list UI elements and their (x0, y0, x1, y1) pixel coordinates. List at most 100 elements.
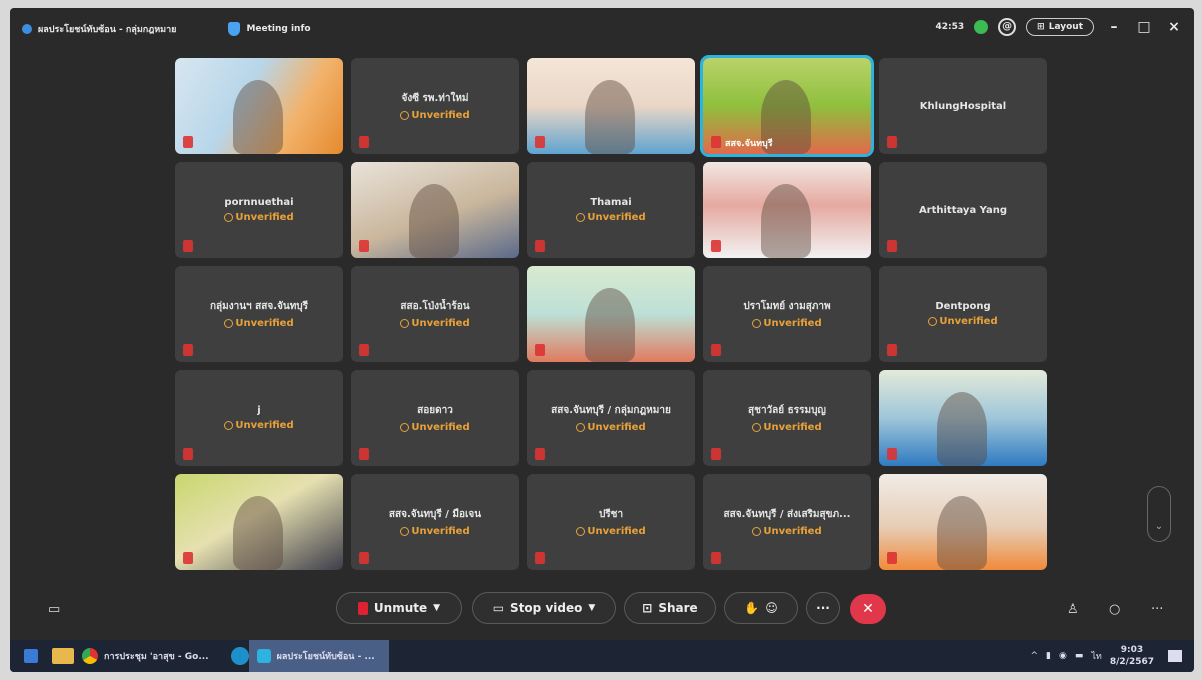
more-options-button[interactable]: ··· (806, 592, 840, 624)
participant-video-tile[interactable] (703, 162, 871, 258)
mic-muted-icon (357, 601, 368, 615)
unverified-label: Unverified (763, 318, 822, 329)
unverified-label: Unverified (411, 422, 470, 433)
mic-muted-icon (711, 344, 721, 356)
participant-video-feed (233, 80, 283, 154)
chrome-icon (82, 648, 98, 664)
unverified-label: Unverified (411, 526, 470, 537)
participant-video-feed (761, 184, 811, 258)
participant-grid: จังซี รพ.ท่าใหม่ Unverified สสจ.จันทบุรี Kh… (175, 55, 1047, 570)
windows-taskbar: การประชุม 'อาสุข - Go... ผลประโยชน์ทับซ้… (10, 640, 1194, 672)
unmute-button[interactable]: Unmute ▼ (336, 592, 462, 624)
share-button[interactable]: ⊡ Share (624, 592, 716, 624)
participant-tile[interactable]: กลุ่มงานฯ สสจ.จันทบุรี Unverified (175, 266, 343, 362)
reactions-group[interactable]: ✋ ☺ (724, 592, 798, 624)
info-icon (400, 527, 410, 536)
mic-muted-icon (887, 344, 897, 356)
webex-icon (256, 649, 271, 663)
chat-bubble-icon[interactable]: ○ (1109, 602, 1120, 617)
mic-muted-icon (887, 240, 897, 252)
meeting-info-button[interactable]: Meeting info (246, 24, 310, 34)
participant-name: สสจ.จันทบุรี / ส่งเสริมสุขภ... (723, 509, 851, 520)
participant-name: Arthittaya Yang (918, 204, 1008, 216)
hand-raise-icon[interactable]: ✋ (744, 601, 759, 615)
usb-icon[interactable]: ▮ (1046, 651, 1051, 661)
webex-logo-icon (22, 24, 32, 34)
language-icon[interactable]: ไท (1091, 649, 1101, 663)
close-button[interactable]: × (1164, 19, 1184, 35)
more-panels-icon[interactable]: ··· (1151, 602, 1163, 617)
chat-icon[interactable]: ▭ (48, 602, 60, 617)
mic-muted-icon (359, 448, 369, 460)
info-icon (576, 213, 586, 222)
end-call-button[interactable]: ✕ (850, 594, 886, 624)
participant-tile[interactable]: j Unverified (175, 370, 343, 466)
mic-muted-icon (887, 552, 897, 564)
system-tray: ^ ▮ ◉ ▬ ไท 9:03 8/2/2567 (1031, 640, 1182, 672)
participant-tile[interactable]: สสจ.จันทบุรี / กลุ่มกฎหมาย Unverified (527, 370, 695, 466)
shield-icon[interactable] (228, 22, 241, 36)
clock-date: 8/2/2567 (1109, 657, 1154, 667)
participant-name: สอยดาว (417, 405, 453, 416)
mic-muted-icon (359, 136, 369, 148)
file-explorer-icon[interactable] (52, 648, 74, 664)
participant-video-tile[interactable] (175, 474, 343, 570)
grid-scroll-button[interactable]: ⌄ (1147, 486, 1171, 542)
participant-tile[interactable]: pornnuethai Unverified (175, 162, 343, 258)
mic-muted-icon (711, 448, 721, 460)
participant-name: pornnuethai (224, 197, 294, 208)
taskbar-chrome[interactable]: การประชุม 'อาสุข - Go... (74, 640, 217, 672)
help-icon[interactable]: @ (998, 18, 1017, 36)
participant-tile[interactable]: จังซี รพ.ท่าใหม่ Unverified (351, 58, 519, 154)
unverified-label: Unverified (235, 212, 294, 223)
mic-muted-icon (535, 240, 545, 252)
participant-name: KhlungHospital (919, 100, 1007, 112)
maximize-button[interactable]: □ (1134, 19, 1154, 35)
stop-video-button[interactable]: ▭ Stop video ▼ (472, 592, 616, 624)
participant-tile[interactable]: สุชาวัลย์ ธรรมบุญ Unverified (703, 370, 871, 466)
participant-video-tile[interactable] (879, 370, 1047, 466)
chevron-down-icon[interactable]: ▼ (588, 603, 595, 613)
participant-tile[interactable]: ปราโมทย์ งามสุภาพ Unverified (703, 266, 871, 362)
info-icon (400, 111, 410, 120)
participant-tile[interactable]: สสจ.จันทบุรี / มือเจน Unverified (351, 474, 519, 570)
unverified-badge: Unverified (752, 318, 822, 329)
participant-video-tile[interactable] (351, 162, 519, 258)
participant-video-tile[interactable] (879, 474, 1047, 570)
edge-icon[interactable] (230, 647, 249, 665)
taskbar-webex[interactable]: ผลประโยชน์ทับซ้อน - ... (248, 640, 389, 672)
clock-time: 9:03 (1120, 645, 1144, 655)
title-bar: ผลประโยชน์ทับซ้อน - กลุ่มกฎหมาย Meeting … (10, 8, 1194, 50)
emoji-reaction-icon[interactable]: ☺ (765, 601, 778, 615)
mic-muted-icon (183, 240, 193, 252)
participant-video-tile[interactable] (175, 58, 343, 154)
connection-status-icon[interactable] (974, 20, 989, 34)
participant-video-tile[interactable]: สสจ.จันทบุรี (700, 55, 874, 157)
network-icon[interactable]: ◉ (1059, 651, 1067, 661)
clock[interactable]: 9:03 8/2/2567 (1110, 644, 1154, 668)
start-icon[interactable] (24, 649, 38, 663)
participant-tile[interactable]: Dentpong Unverified (879, 266, 1047, 362)
participant-tile[interactable]: Thamai Unverified (527, 162, 695, 258)
participant-video-feed (937, 496, 987, 570)
participant-tile[interactable]: สอยดาว Unverified (351, 370, 519, 466)
participant-tile[interactable]: สสจ.จันทบุรี / ส่งเสริมสุขภ... Unverified (703, 474, 871, 570)
minimize-button[interactable]: – (1104, 19, 1124, 35)
participant-name: สสอ.โป่งน้ำร้อน (400, 301, 470, 312)
participant-tile[interactable]: KhlungHospital (879, 58, 1047, 154)
participants-icon[interactable]: ♙ (1067, 602, 1079, 617)
chevron-down-icon[interactable]: ▼ (433, 603, 440, 613)
battery-icon[interactable]: ▬ (1075, 651, 1084, 661)
participant-video-tile[interactable] (527, 58, 695, 154)
participant-tile[interactable]: ปรีชา Unverified (527, 474, 695, 570)
mic-muted-icon (711, 136, 721, 148)
mic-muted-icon (359, 240, 369, 252)
unverified-badge: Unverified (400, 318, 470, 329)
participant-tile[interactable]: สสอ.โป่งน้ำร้อน Unverified (351, 266, 519, 362)
notification-icon[interactable] (1168, 650, 1182, 662)
participant-video-tile[interactable] (527, 266, 695, 362)
participant-tile[interactable]: Arthittaya Yang (879, 162, 1047, 258)
layout-button[interactable]: ⊞ Layout (1026, 18, 1094, 36)
mic-muted-icon (711, 552, 721, 564)
tray-chevron-icon[interactable]: ^ (1031, 651, 1039, 661)
